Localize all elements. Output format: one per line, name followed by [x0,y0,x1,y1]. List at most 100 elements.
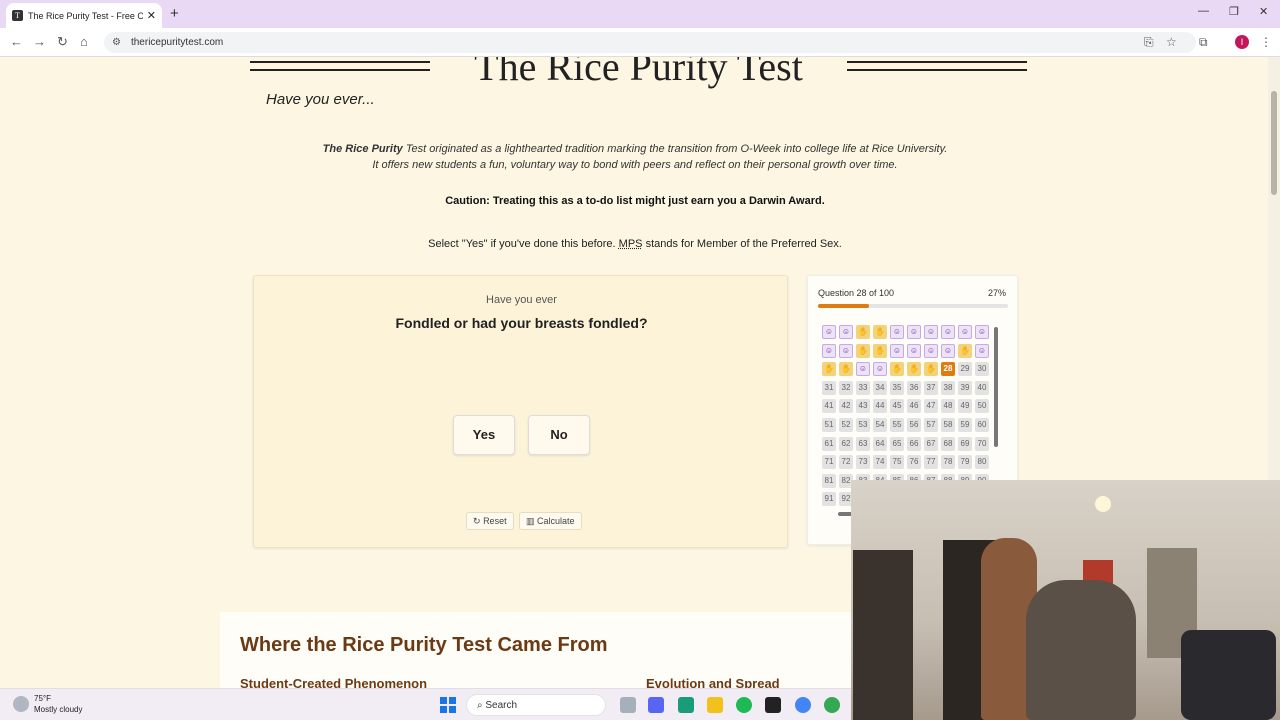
question-cell-60[interactable]: 60 [975,418,989,432]
question-cell-32[interactable]: 32 [839,380,853,395]
question-cell-7[interactable]: ☺ [924,325,938,339]
question-cell-2[interactable]: ☺ [839,325,853,339]
question-cell-1[interactable]: ☺ [822,325,836,339]
question-cell-17[interactable]: ☺ [924,343,938,358]
question-cell-13[interactable]: ✋ [856,343,870,358]
calculate-button[interactable]: ▥ Calculate [519,512,582,530]
question-cell-15[interactable]: ☺ [890,343,904,358]
question-cell-44[interactable]: 44 [873,399,887,414]
question-cell-34[interactable]: 34 [873,380,887,395]
question-cell-69[interactable]: 69 [958,436,972,451]
question-cell-48[interactable]: 48 [941,399,955,414]
question-cell-18[interactable]: ☺ [941,343,955,358]
taskbar-search[interactable]: ⌕ Search [466,694,606,716]
question-cell-3[interactable]: ✋ [856,325,870,339]
question-cell-79[interactable]: 79 [958,455,972,470]
no-button[interactable]: No [528,415,590,455]
address-bar[interactable]: ⚙ thericepuritytest.com [104,32,1196,53]
question-cell-50[interactable]: 50 [975,399,989,414]
question-cell-37[interactable]: 37 [924,380,938,395]
question-cell-43[interactable]: 43 [856,399,870,414]
question-cell-66[interactable]: 66 [907,436,921,451]
close-window-icon[interactable]: ✕ [1259,5,1268,18]
question-cell-45[interactable]: 45 [890,399,904,414]
chrome-profile-icon[interactable] [824,697,840,713]
site-settings-icon[interactable]: ⚙ [112,37,121,48]
question-cell-77[interactable]: 77 [924,455,938,470]
question-cell-63[interactable]: 63 [856,436,870,451]
question-cell-72[interactable]: 72 [839,455,853,470]
question-cell-23[interactable]: ☺ [856,362,870,377]
forward-arrow-icon[interactable]: → [33,34,46,49]
question-cell-6[interactable]: ☺ [907,325,921,339]
question-cell-75[interactable]: 75 [890,455,904,470]
question-cell-20[interactable]: ☺ [975,343,989,358]
start-windows-icon[interactable] [440,697,456,713]
game-app-icon[interactable] [765,697,781,713]
question-cell-8[interactable]: ☺ [941,325,955,339]
question-cell-49[interactable]: 49 [958,399,972,414]
home-icon[interactable]: ⌂ [80,34,88,49]
question-cell-46[interactable]: 46 [907,399,921,414]
question-cell-56[interactable]: 56 [907,418,921,432]
question-cell-4[interactable]: ✋ [873,325,887,339]
question-cell-61[interactable]: 61 [822,436,836,451]
weather-cloud-icon[interactable] [13,696,29,712]
question-cell-65[interactable]: 65 [890,436,904,451]
question-cell-26[interactable]: ✋ [907,362,921,377]
close-tab-icon[interactable]: ✕ [147,9,156,22]
question-cell-40[interactable]: 40 [975,380,989,395]
question-cell-52[interactable]: 52 [839,418,853,432]
question-cell-68[interactable]: 68 [941,436,955,451]
question-cell-91[interactable]: 91 [822,492,836,507]
question-cell-53[interactable]: 53 [856,418,870,432]
question-cell-24[interactable]: ☺ [873,362,887,377]
question-cell-47[interactable]: 47 [924,399,938,414]
question-cell-25[interactable]: ✋ [890,362,904,377]
question-cell-57[interactable]: 57 [924,418,938,432]
question-cell-55[interactable]: 55 [890,418,904,432]
question-cell-22[interactable]: ✋ [839,362,853,377]
question-cell-64[interactable]: 64 [873,436,887,451]
extensions-icon[interactable]: ⧉ [1199,35,1208,50]
question-cell-14[interactable]: ✋ [873,343,887,358]
restore-icon[interactable]: ❐ [1229,5,1239,18]
question-cell-9[interactable]: ☺ [958,325,972,339]
question-cell-27[interactable]: ✋ [924,362,938,377]
page-scroll-thumb[interactable] [1271,91,1277,195]
question-cell-70[interactable]: 70 [975,436,989,451]
question-cell-38[interactable]: 38 [941,380,955,395]
question-cell-33[interactable]: 33 [856,380,870,395]
chrome-icon[interactable] [795,697,811,713]
task-view-icon[interactable] [620,697,636,713]
question-cell-62[interactable]: 62 [839,436,853,451]
spotify-icon[interactable] [736,697,752,713]
discord-icon[interactable] [648,697,664,713]
question-cell-81[interactable]: 81 [822,473,836,488]
grid-vertical-scrollbar[interactable] [994,327,998,447]
question-cell-10[interactable]: ☺ [975,325,989,339]
back-arrow-icon[interactable]: ← [10,34,23,49]
question-cell-78[interactable]: 78 [941,455,955,470]
question-cell-80[interactable]: 80 [975,455,989,470]
question-cell-41[interactable]: 41 [822,399,836,414]
question-cell-54[interactable]: 54 [873,418,887,432]
profile-avatar[interactable]: I [1235,35,1249,49]
question-cell-35[interactable]: 35 [890,380,904,395]
question-cell-16[interactable]: ☺ [907,343,921,358]
question-cell-29[interactable]: 29 [958,362,972,377]
store-icon[interactable] [678,697,694,713]
question-cell-76[interactable]: 76 [907,455,921,470]
install-app-icon[interactable]: ⎘ [1144,35,1154,50]
question-cell-59[interactable]: 59 [958,418,972,432]
question-cell-5[interactable]: ☺ [890,325,904,339]
question-cell-42[interactable]: 42 [839,399,853,414]
new-tab-plus-icon[interactable]: + [170,5,179,22]
question-cell-73[interactable]: 73 [856,455,870,470]
question-cell-58[interactable]: 58 [941,418,955,432]
reset-button[interactable]: ↻ Reset [466,512,514,530]
question-cell-51[interactable]: 51 [822,418,836,432]
question-cell-74[interactable]: 74 [873,455,887,470]
question-cell-30[interactable]: 30 [975,362,989,377]
question-cell-21[interactable]: ✋ [822,362,836,377]
